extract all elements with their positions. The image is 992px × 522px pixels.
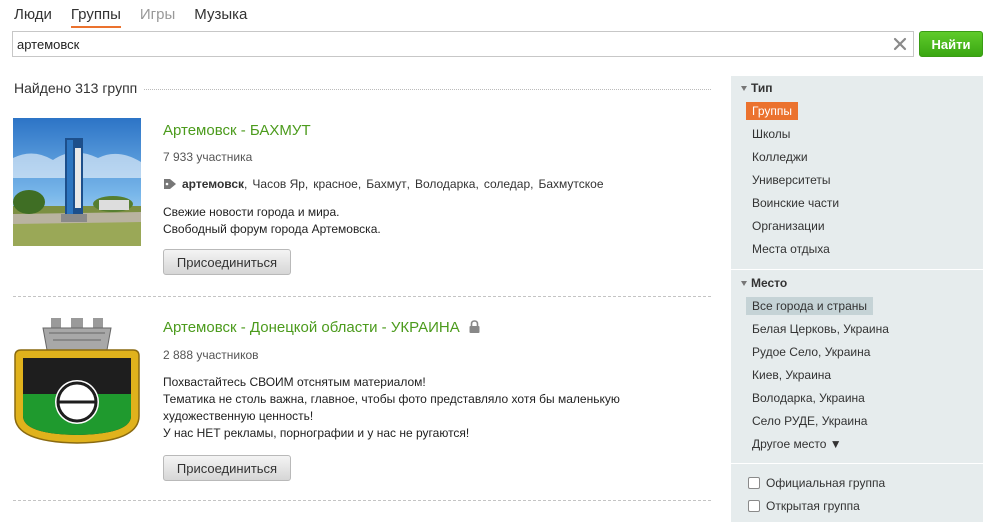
tag-item[interactable]: Часов Яр	[252, 177, 305, 191]
group-thumbnail[interactable]	[13, 316, 141, 444]
tag-item[interactable]: Бахмут	[366, 177, 406, 191]
filter-type-organizations[interactable]: Организации	[746, 217, 831, 235]
filter-place-item[interactable]: Село РУДЕ, Украина	[746, 412, 873, 430]
member-count: 7 933 участника	[163, 150, 253, 164]
result-divider	[13, 500, 711, 501]
tag-item[interactable]: Володарка	[415, 177, 476, 191]
filter-type-groups[interactable]: Группы	[746, 102, 798, 120]
checkbox-label: Официальная группа	[766, 476, 886, 490]
filter-place-item[interactable]: Киев, Украина	[746, 366, 837, 384]
filter-place-item[interactable]: Володарка, Украина	[746, 389, 871, 407]
section-tabs: Люди Группы Игры Музыка	[14, 6, 266, 28]
description-line: Свободный форум города Артемовска.	[163, 222, 381, 236]
open-group-checkbox[interactable]: Открытая группа	[748, 499, 860, 513]
collapse-triangle-icon	[741, 280, 747, 286]
checkbox-box[interactable]	[748, 500, 760, 512]
tag-icon	[164, 179, 176, 189]
place-filter-header[interactable]: Место	[741, 276, 787, 290]
filter-type-colleges[interactable]: Колледжи	[746, 148, 814, 166]
filter-place-item[interactable]: Белая Церковь, Украина	[746, 320, 895, 338]
filter-type-military[interactable]: Воинские части	[746, 194, 845, 212]
checkbox-box[interactable]	[748, 477, 760, 489]
tab-music[interactable]: Музыка	[194, 6, 247, 28]
place-header-label: Место	[751, 276, 788, 290]
group-result: Артемовск - БАХМУТ 7 933 участника артем…	[13, 118, 711, 278]
filter-sidebar: Тип Группы Школы Колледжи Университеты В…	[731, 76, 983, 522]
filter-place-all[interactable]: Все города и страны	[746, 297, 874, 315]
tag-item[interactable]: Бахмутское	[538, 177, 603, 191]
tag-item[interactable]: соледар	[484, 177, 530, 191]
join-button[interactable]: Присоединиться	[163, 249, 291, 275]
tab-games[interactable]: Игры	[140, 6, 175, 28]
lock-icon	[469, 320, 480, 333]
tab-people[interactable]: Люди	[14, 6, 52, 28]
filter-place-other[interactable]: Другое место ▼	[746, 435, 848, 453]
result-divider	[13, 296, 711, 297]
filter-type-leisure[interactable]: Места отдыха	[746, 240, 836, 258]
type-filter-header[interactable]: Тип	[741, 81, 773, 95]
description-line: Тематика не столь важна, главное, чтобы …	[163, 392, 620, 406]
description-line: У нас НЕТ рекламы, порнографии и у нас н…	[163, 426, 470, 440]
description-line: Похвастайтесь СВОИМ отснятым материалом!	[163, 375, 426, 389]
group-title-text[interactable]: Артемовск - Донецкой области - УКРАИНА	[163, 319, 460, 336]
coat-of-arms-icon	[13, 316, 141, 444]
filter-type-schools[interactable]: Школы	[746, 125, 796, 143]
group-title-link[interactable]: Артемовск - БАХМУТ	[163, 122, 311, 139]
search-button[interactable]: Найти	[919, 31, 983, 57]
city-monument-photo-icon	[13, 118, 141, 246]
tag-item[interactable]: артемовск	[182, 177, 244, 191]
sidebar-divider	[731, 463, 983, 464]
description-line: Свежие новости города и мира.	[163, 205, 340, 219]
sidebar-divider	[731, 269, 983, 270]
tag-item[interactable]: красное	[313, 177, 358, 191]
clear-icon[interactable]	[892, 36, 908, 52]
join-button[interactable]: Присоединиться	[163, 455, 291, 481]
checkbox-label: Открытая группа	[766, 499, 860, 513]
group-description: Свежие новости города и мира. Свободный …	[163, 204, 643, 238]
official-group-checkbox[interactable]: Официальная группа	[748, 476, 885, 490]
filter-type-universities[interactable]: Университеты	[746, 171, 836, 189]
collapse-triangle-icon	[741, 85, 747, 91]
member-count: 2 888 участников	[163, 348, 259, 362]
group-thumbnail[interactable]	[13, 118, 141, 246]
results-count: Найдено 313 групп	[14, 80, 144, 96]
search-box	[12, 31, 914, 57]
filter-place-item[interactable]: Рудое Село, Украина	[746, 343, 876, 361]
group-result: Артемовск - Донецкой области - УКРАИНА 2…	[13, 316, 711, 486]
group-tags: артемовск, Часов Яр, красное, Бахмут, Во…	[163, 177, 604, 191]
type-header-label: Тип	[751, 81, 773, 95]
tab-groups[interactable]: Группы	[70, 6, 121, 28]
description-line: художественную ценность!	[163, 409, 314, 423]
search-input[interactable]	[17, 35, 877, 53]
group-title-link[interactable]: Артемовск - Донецкой области - УКРАИНА	[163, 319, 480, 336]
group-description: Похвастайтесь СВОИМ отснятым материалом!…	[163, 374, 643, 442]
